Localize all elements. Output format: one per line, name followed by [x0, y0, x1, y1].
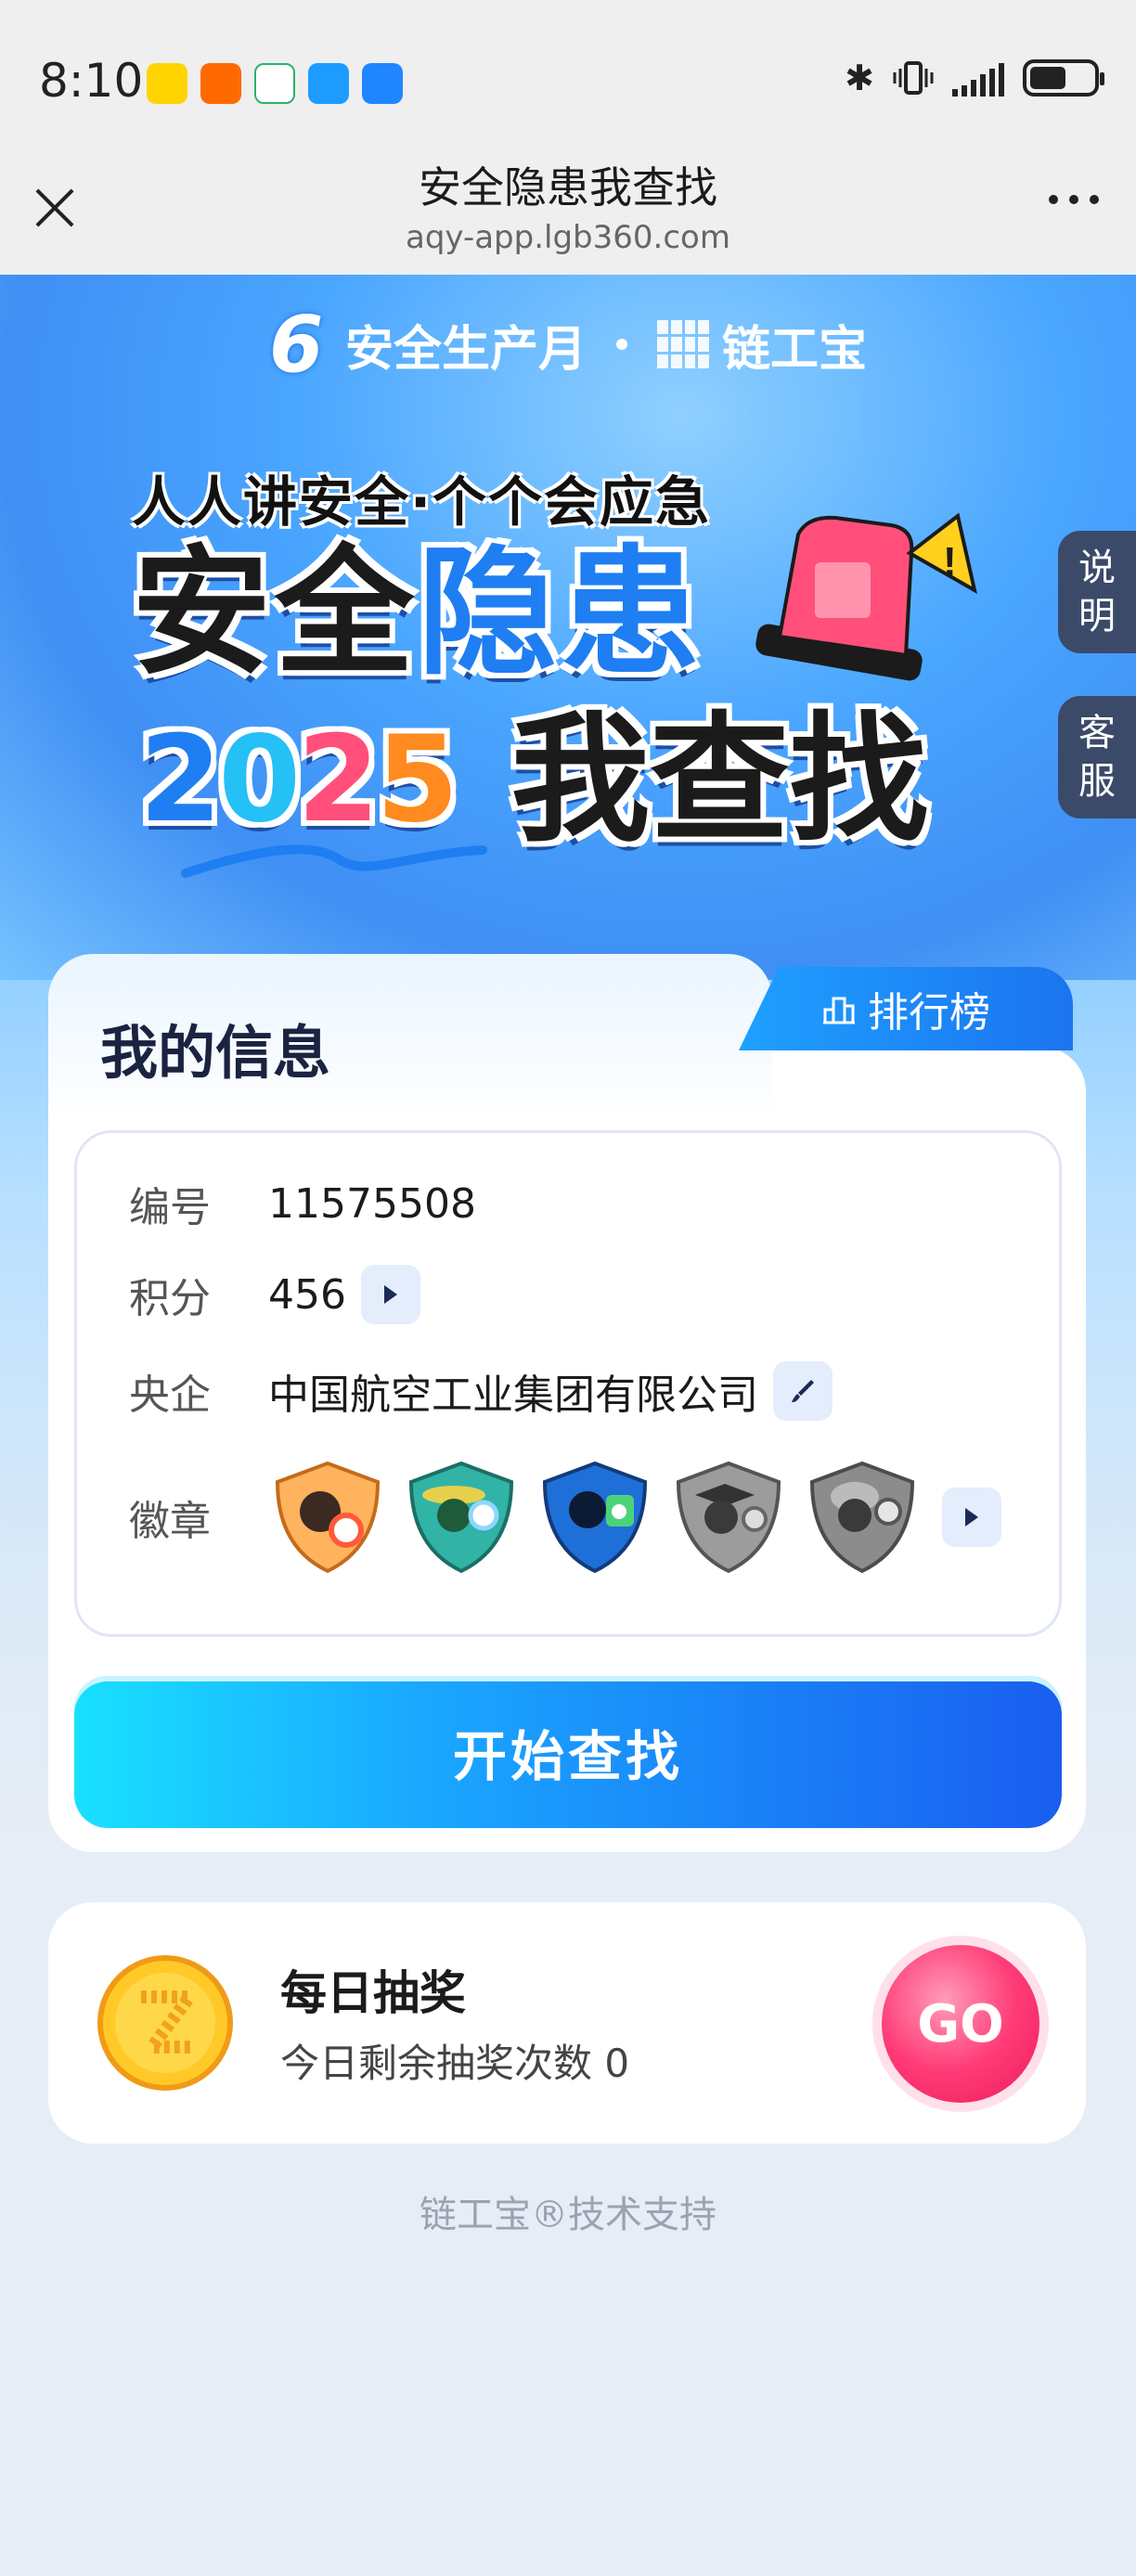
card-title: 我的信息: [100, 1019, 331, 1087]
weather-icon: [362, 63, 403, 104]
hero-slogan: 人人讲安全·个个会应急: [132, 470, 712, 534]
chevron-right-icon: [383, 1285, 397, 1304]
points-detail-button[interactable]: [360, 1265, 420, 1324]
safety-month-logo-icon: 6: [268, 299, 324, 390]
brand-separator: [616, 339, 627, 350]
bluetooth-icon: ✱: [845, 58, 874, 98]
badge-inspector-icon[interactable]: [268, 1458, 387, 1577]
lottery-go-button[interactable]: GO: [882, 1945, 1039, 2103]
badge-worker-icon[interactable]: [402, 1458, 521, 1577]
more-options-icon[interactable]: [1049, 195, 1099, 204]
brush-icon: [792, 1380, 814, 1403]
status-bar: 8:10 ✱: [0, 0, 1136, 139]
brand-right: 链工宝: [722, 321, 868, 378]
status-time: 8:10: [39, 54, 144, 108]
row-organization: 央企 中国航空工业集团有限公司: [129, 1361, 833, 1421]
coin-icon: [97, 1955, 233, 2091]
mobile-icon: [254, 63, 295, 104]
status-indicators: ✱: [845, 58, 1104, 98]
status-app-icons: [147, 63, 403, 104]
edit-organization-button[interactable]: [773, 1361, 833, 1421]
badge-list: [268, 1458, 1001, 1577]
hero-banner: 6 安全生产月 链工宝 人人讲安全·个个会应急 安全隐患 2025 我查找 !: [0, 275, 1136, 980]
info-details: 编号 11575508 积分 456 央企 中国航空工业集团有限公司 徽章: [74, 1130, 1062, 1637]
lottery-remaining: 今日剩余抽奖次数 0: [280, 2041, 630, 2086]
row-points: 积分 456: [129, 1265, 420, 1324]
start-search-button[interactable]: 开始查找: [74, 1676, 1062, 1828]
meituan-icon: [147, 63, 187, 104]
brand-left: 安全生产月: [344, 321, 587, 378]
side-tab-instructions[interactable]: 说明: [1058, 531, 1136, 653]
row-id: 编号 11575508: [129, 1179, 476, 1232]
page-url: aqy-app.lgb360.com: [406, 219, 730, 256]
chevron-right-icon: [965, 1508, 978, 1526]
badge-graduate-icon[interactable]: [669, 1458, 788, 1577]
badge-inspector-helmet-icon[interactable]: [803, 1458, 922, 1577]
decorative-squiggle: [181, 844, 487, 878]
footer-support: 链工宝®技术支持: [420, 2194, 716, 2236]
organization-name: 中国航空工业集团有限公司: [268, 1372, 758, 1419]
hero-title-line1: 安全隐患: [132, 533, 704, 694]
leaderboard-button[interactable]: 排行榜: [739, 967, 1073, 1050]
svg-text:!: !: [943, 539, 957, 585]
podium-icon: [823, 997, 855, 1024]
taobao-icon: [200, 63, 241, 104]
badge-security-icon[interactable]: [536, 1458, 654, 1577]
badges-more-button[interactable]: [942, 1488, 1001, 1547]
page-title: 安全隐患我查找: [419, 162, 717, 213]
browser-header: 安全隐患我查找 aqy-app.lgb360.com: [0, 139, 1136, 275]
points-value: 456: [268, 1270, 346, 1319]
battery-icon: [1023, 59, 1104, 97]
row-badges: 徽章: [129, 1458, 1001, 1577]
lottery-title: 每日抽奖: [280, 1966, 466, 2020]
search-app-icon: [308, 63, 349, 104]
alarm-light-icon: !: [755, 512, 977, 681]
my-info-card: 排行榜 我的信息 编号 11575508 积分 456 央企 中国航空工业集团有…: [48, 954, 1086, 1852]
daily-lottery-card: 每日抽奖 今日剩余抽奖次数 0 GO: [48, 1902, 1086, 2144]
vibrate-icon: [893, 61, 934, 95]
side-tab-customer-service[interactable]: 客服: [1058, 696, 1136, 818]
user-id: 11575508: [268, 1179, 476, 1228]
hero-brand: 6 安全生产月 链工宝: [0, 303, 1136, 386]
signal-icon: [952, 59, 1004, 97]
lgb-logo-icon: [657, 320, 709, 368]
